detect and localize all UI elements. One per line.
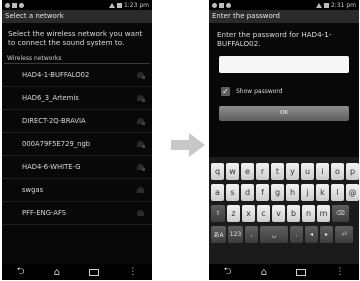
key[interactable]: d xyxy=(241,184,254,201)
network-name: DIRECT-2Q-BRAVIA xyxy=(22,117,86,125)
notification-icon xyxy=(12,2,17,8)
notification-icon xyxy=(226,2,231,8)
back-icon[interactable]: ⮌ xyxy=(224,264,232,281)
home-icon[interactable]: ⌂ xyxy=(261,267,267,278)
key[interactable]: b xyxy=(287,205,300,222)
key[interactable]: r xyxy=(256,163,269,180)
network-name: HAD4-6-WHITE-G xyxy=(22,163,81,171)
status-bar: 2:31 pm xyxy=(209,0,359,10)
show-password-checkbox[interactable]: ✓ xyxy=(221,87,230,96)
instruction-text: Select the wireless network you want to … xyxy=(8,29,143,47)
network-item[interactable]: HAD6_3_Artemis xyxy=(2,87,152,110)
clock: 2:31 pm xyxy=(330,1,356,9)
lock-icon xyxy=(142,145,145,148)
recent-apps-icon[interactable] xyxy=(89,268,100,276)
key[interactable]: n xyxy=(302,205,315,222)
show-password-row[interactable]: ✓ Show password xyxy=(221,87,359,96)
show-password-label: Show password xyxy=(236,88,283,95)
navigation-bar: ⮌ ⌂ ⋮ xyxy=(2,264,152,280)
instruction-text: Enter the password for HAD4-1-BUFFALO02. xyxy=(217,30,332,48)
network-name: swgas xyxy=(22,186,44,194)
input-mode-key[interactable]: あA xyxy=(211,226,226,243)
password-input[interactable] xyxy=(219,56,349,73)
lock-icon xyxy=(142,168,145,171)
key[interactable]: @ xyxy=(346,184,359,201)
page-title: Select a network xyxy=(2,10,152,23)
lock-icon xyxy=(142,99,145,102)
key[interactable]: g xyxy=(271,184,284,201)
key[interactable]: e xyxy=(241,163,254,180)
network-item[interactable]: 000A79F5E729_ngb xyxy=(2,133,152,156)
on-screen-keyboard: q w e r t y u i o p a s d f g h j k l @ … xyxy=(209,157,359,264)
comma-key[interactable]: , xyxy=(245,226,258,243)
battery-icon xyxy=(323,2,329,8)
wifi-icon xyxy=(137,210,144,216)
network-item[interactable]: DIRECT-2Q-BRAVIA xyxy=(2,110,152,133)
signal-icon xyxy=(315,2,322,8)
cursor-left-key[interactable]: ◂ xyxy=(305,226,318,243)
network-item[interactable]: PFF-ENG-AFS xyxy=(2,202,152,225)
key[interactable]: y xyxy=(286,163,299,180)
backspace-key[interactable]: ⌫ xyxy=(332,205,349,222)
key[interactable]: p xyxy=(346,163,359,180)
space-key[interactable]: ␣ xyxy=(260,226,288,243)
key[interactable]: s xyxy=(226,184,239,201)
notification-icon xyxy=(19,2,24,8)
lock-icon xyxy=(142,76,145,79)
key[interactable]: i xyxy=(316,163,329,180)
key[interactable]: h xyxy=(286,184,299,201)
key[interactable]: q xyxy=(211,163,224,180)
network-name: PFF-ENG-AFS xyxy=(22,209,67,217)
back-icon[interactable]: ⮌ xyxy=(17,264,25,281)
notification-icon xyxy=(5,2,10,8)
lock-icon xyxy=(142,122,145,125)
home-icon[interactable]: ⌂ xyxy=(54,267,60,278)
menu-icon[interactable]: ⋮ xyxy=(335,267,344,277)
recent-apps-icon[interactable] xyxy=(296,268,307,276)
page-title: Enter the password xyxy=(209,10,359,23)
notification-icon xyxy=(212,2,217,8)
period-key[interactable]: . xyxy=(290,226,303,243)
key[interactable]: w xyxy=(226,163,239,180)
key[interactable]: v xyxy=(272,205,285,222)
key[interactable]: a xyxy=(211,184,224,201)
cursor-right-key[interactable]: ▸ xyxy=(320,226,333,243)
menu-icon[interactable]: ⋮ xyxy=(128,267,137,277)
key[interactable]: k xyxy=(316,184,329,201)
shift-key[interactable]: ⇧ xyxy=(211,205,225,222)
status-bar: 1:23 pm xyxy=(2,0,152,10)
network-item[interactable]: HAD4-1-BUFFALO02 xyxy=(2,64,152,87)
numbers-key[interactable]: 123 xyxy=(228,226,243,243)
network-list-screen: 1:23 pm Select a network Select the wire… xyxy=(2,0,152,280)
notification-icon xyxy=(219,2,224,8)
key[interactable]: l xyxy=(331,184,344,201)
arrow-right-icon xyxy=(171,133,205,157)
key[interactable]: z xyxy=(227,205,240,222)
key[interactable]: o xyxy=(331,163,344,180)
key[interactable]: m xyxy=(317,205,330,222)
network-item[interactable]: HAD4-6-WHITE-G xyxy=(2,156,152,179)
section-header: Wireless networks xyxy=(4,53,150,64)
signal-icon xyxy=(108,2,115,8)
wifi-icon xyxy=(137,187,144,193)
enter-key[interactable]: ⏎ xyxy=(335,226,353,243)
navigation-bar: ⮌ ⌂ ⋮ xyxy=(209,264,359,280)
key[interactable]: x xyxy=(242,205,255,222)
password-screen: 2:31 pm Enter the password Enter the pas… xyxy=(209,0,359,280)
key[interactable]: t xyxy=(271,163,284,180)
network-name: 000A79F5E729_ngb xyxy=(22,140,91,148)
key[interactable]: f xyxy=(256,184,269,201)
battery-icon xyxy=(116,2,122,8)
network-name: HAD4-1-BUFFALO02 xyxy=(22,71,90,79)
key[interactable]: u xyxy=(301,163,314,180)
key[interactable]: j xyxy=(301,184,314,201)
key[interactable]: c xyxy=(257,205,270,222)
network-name: HAD6_3_Artemis xyxy=(22,94,79,102)
clock: 1:23 pm xyxy=(123,1,149,9)
ok-button[interactable]: OK xyxy=(219,106,349,121)
network-item[interactable]: swgas xyxy=(2,179,152,202)
